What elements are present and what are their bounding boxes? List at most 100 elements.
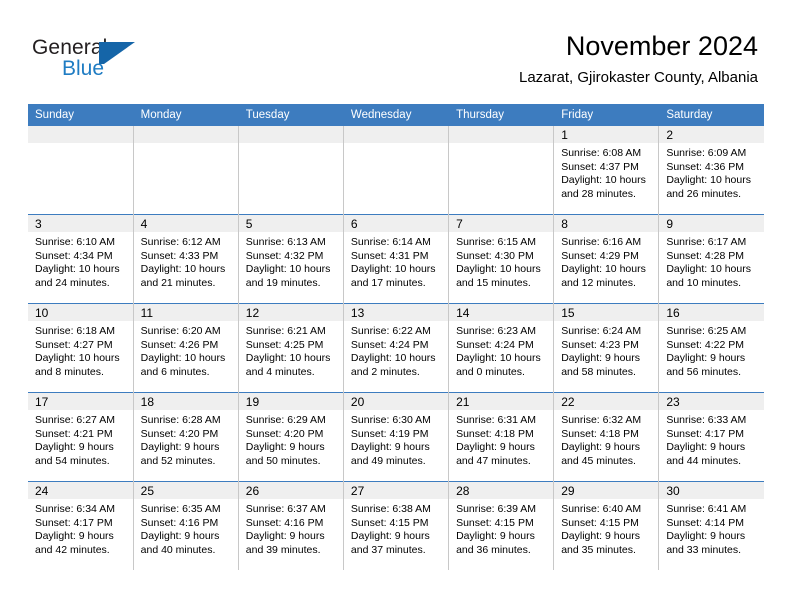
sunset-text: Sunset: 4:20 PM: [140, 427, 219, 440]
daylight-text-line2: and 12 minutes.: [561, 276, 636, 289]
day-details: Sunrise: 6:34 AM Sunset: 4:17 PM Daylight:…: [28, 499, 133, 557]
calendar-day-cell[interactable]: 7 Sunrise: 6:15 AM Sunset: 4:30 PM Daylight…: [448, 214, 555, 304]
weekday-header-wednesday: Wednesday: [343, 104, 450, 126]
daylight-text-line2: and 37 minutes.: [350, 543, 426, 556]
calendar-body: 1 Sunrise: 6:08 AM Sunset: 4:37 PM Daylight…: [28, 126, 764, 570]
calendar-day-cell[interactable]: 21 Sunrise: 6:31 AM Sunset: 4:18 PM Dayligh…: [448, 392, 555, 482]
daylight-text-line2: and 2 minutes.: [350, 365, 420, 378]
calendar-day-cell[interactable]: 10 Sunrise: 6:18 AM Sunset: 4:27 PM Dayligh…: [28, 303, 134, 393]
calendar-day-cell[interactable]: 20 Sunrise: 6:30 AM Sunset: 4:19 PM Dayligh…: [343, 392, 450, 482]
day-number: 8: [554, 215, 659, 232]
daylight-text-line1: Daylight: 10 hours: [561, 174, 646, 187]
sunrise-text: Sunrise: 6:38 AM: [350, 503, 431, 515]
sunset-text: Sunset: 4:16 PM: [140, 516, 219, 529]
daylight-text-line2: and 58 minutes.: [561, 365, 636, 378]
calendar-day-cell[interactable]: 6 Sunrise: 6:14 AM Sunset: 4:31 PM Daylight…: [343, 214, 450, 304]
day-details: Sunrise: 6:21 AM Sunset: 4:25 PM Daylight:…: [239, 321, 343, 379]
calendar-day-cell[interactable]: 28 Sunrise: 6:39 AM Sunset: 4:15 PM Dayligh…: [448, 481, 555, 570]
calendar-day-cell[interactable]: 15 Sunrise: 6:24 AM Sunset: 4:23 PM Dayligh…: [553, 303, 660, 393]
day-number: 29: [554, 482, 659, 499]
calendar-day-cell[interactable]: 8 Sunrise: 6:16 AM Sunset: 4:29 PM Daylight…: [553, 214, 660, 304]
daylight-text-line1: Daylight: 10 hours: [350, 352, 436, 365]
day-details: Sunrise: 6:25 AM Sunset: 4:22 PM Daylight:…: [659, 321, 764, 379]
calendar-day-cell[interactable]: 11 Sunrise: 6:20 AM Sunset: 4:26 PM Dayligh…: [133, 303, 239, 393]
daylight-text-line2: and 39 minutes.: [245, 543, 321, 556]
sunset-text: Sunset: 4:14 PM: [666, 516, 744, 529]
sunrise-text: Sunrise: 6:20 AM: [140, 325, 221, 337]
calendar-day-cell[interactable]: 22 Sunrise: 6:32 AM Sunset: 4:18 PM Dayligh…: [553, 392, 660, 482]
calendar-day-cell[interactable]: 30 Sunrise: 6:41 AM Sunset: 4:14 PM Dayligh…: [658, 481, 764, 570]
day-number: 2: [659, 126, 764, 143]
brand-name-bottom: Blue: [62, 57, 105, 80]
calendar-day-cell[interactable]: 3 Sunrise: 6:10 AM Sunset: 4:34 PM Daylight…: [28, 214, 134, 304]
day-details: Sunrise: 6:38 AM Sunset: 4:15 PM Daylight:…: [344, 499, 448, 557]
calendar-day-cell[interactable]: 17 Sunrise: 6:27 AM Sunset: 4:21 PM Dayligh…: [28, 392, 134, 482]
sunrise-text: Sunrise: 6:21 AM: [245, 325, 326, 337]
calendar-day-cell[interactable]: 5 Sunrise: 6:13 AM Sunset: 4:32 PM Daylight…: [238, 214, 344, 304]
calendar-day-cell[interactable]: 29 Sunrise: 6:40 AM Sunset: 4:15 PM Dayligh…: [553, 481, 660, 570]
calendar-day-cell-empty: [343, 126, 450, 215]
day-details: Sunrise: 6:24 AM Sunset: 4:23 PM Daylight:…: [554, 321, 658, 379]
day-number: 19: [238, 393, 343, 410]
day-details: Sunrise: 6:12 AM Sunset: 4:33 PM Daylight:…: [134, 232, 238, 290]
calendar-day-cell[interactable]: 14 Sunrise: 6:23 AM Sunset: 4:24 PM Dayligh…: [448, 303, 555, 393]
day-details: Sunrise: 6:35 AM Sunset: 4:16 PM Daylight:…: [134, 499, 238, 557]
daylight-text-line1: Daylight: 10 hours: [561, 263, 646, 276]
sunrise-text: Sunrise: 6:28 AM: [140, 414, 221, 426]
daylight-text-line2: and 42 minutes.: [35, 543, 110, 556]
calendar-day-cell[interactable]: 24 Sunrise: 6:34 AM Sunset: 4:17 PM Dayligh…: [28, 481, 134, 570]
day-details: Sunrise: 6:30 AM Sunset: 4:19 PM Daylight:…: [344, 410, 448, 468]
day-number: 25: [133, 482, 238, 499]
day-number: 7: [449, 215, 554, 232]
calendar-day-cell[interactable]: 9 Sunrise: 6:17 AM Sunset: 4:28 PM Daylight…: [658, 214, 764, 304]
calendar-day-cell[interactable]: 16 Sunrise: 6:25 AM Sunset: 4:22 PM Dayligh…: [658, 303, 764, 393]
day-details: Sunrise: 6:08 AM Sunset: 4:37 PM Daylight:…: [554, 143, 658, 201]
calendar-day-cell[interactable]: 25 Sunrise: 6:35 AM Sunset: 4:16 PM Dayligh…: [133, 481, 239, 570]
sunrise-text: Sunrise: 6:35 AM: [140, 503, 221, 515]
sunrise-text: Sunrise: 6:31 AM: [456, 414, 537, 426]
page-subtitle: Lazarat, Gjirokaster County, Albania: [518, 69, 758, 86]
day-details: Sunrise: 6:13 AM Sunset: 4:32 PM Daylight:…: [239, 232, 343, 290]
sunset-text: Sunset: 4:24 PM: [350, 338, 429, 351]
daylight-text-line2: and 10 minutes.: [666, 276, 742, 289]
day-details: Sunrise: 6:29 AM Sunset: 4:20 PM Daylight:…: [239, 410, 343, 468]
sunrise-text: Sunrise: 6:25 AM: [666, 325, 747, 337]
day-number: 9: [659, 215, 764, 232]
daylight-text-line1: Daylight: 9 hours: [456, 441, 535, 454]
calendar-day-cell[interactable]: 18 Sunrise: 6:28 AM Sunset: 4:20 PM Dayligh…: [133, 392, 239, 482]
daylight-text-line1: Daylight: 9 hours: [35, 441, 114, 454]
calendar-day-cell[interactable]: 27 Sunrise: 6:38 AM Sunset: 4:15 PM Dayligh…: [343, 481, 450, 570]
calendar-day-cell-empty: [238, 126, 344, 215]
day-number: 10: [28, 304, 133, 321]
sunset-text: Sunset: 4:27 PM: [35, 338, 113, 351]
sunset-text: Sunset: 4:33 PM: [140, 249, 219, 262]
sunset-text: Sunset: 4:22 PM: [666, 338, 744, 351]
calendar-day-cell[interactable]: 2 Sunrise: 6:09 AM Sunset: 4:36 PM Daylight…: [659, 126, 764, 215]
day-details: Sunrise: 6:28 AM Sunset: 4:20 PM Daylight:…: [134, 410, 238, 468]
sunset-text: Sunset: 4:15 PM: [350, 516, 429, 529]
calendar-day-cell[interactable]: 4 Sunrise: 6:12 AM Sunset: 4:33 PM Daylight…: [133, 214, 239, 304]
calendar-day-cell[interactable]: 19 Sunrise: 6:29 AM Sunset: 4:20 PM Dayligh…: [238, 392, 344, 482]
daylight-text-line1: Daylight: 9 hours: [35, 530, 114, 543]
brand-logo[interactable]: General Blue: [32, 36, 162, 84]
weekday-header-saturday: Saturday: [658, 104, 764, 126]
sunset-text: Sunset: 4:34 PM: [35, 249, 113, 262]
sunset-text: Sunset: 4:20 PM: [245, 427, 324, 440]
calendar-day-cell[interactable]: 26 Sunrise: 6:37 AM Sunset: 4:16 PM Dayligh…: [238, 481, 344, 570]
calendar-day-cell-empty: [28, 126, 134, 215]
sunset-text: Sunset: 4:29 PM: [561, 249, 639, 262]
calendar-day-cell[interactable]: 13 Sunrise: 6:22 AM Sunset: 4:24 PM Dayligh…: [343, 303, 450, 393]
sunrise-text: Sunrise: 6:39 AM: [456, 503, 537, 515]
calendar-day-cell[interactable]: 1 Sunrise: 6:08 AM Sunset: 4:37 PM Daylight…: [553, 126, 660, 215]
daylight-text-line2: and 33 minutes.: [666, 543, 742, 556]
daylight-text-line2: and 28 minutes.: [561, 187, 636, 200]
calendar-day-cell[interactable]: 23 Sunrise: 6:33 AM Sunset: 4:17 PM Dayligh…: [658, 392, 764, 482]
sunset-text: Sunset: 4:37 PM: [561, 160, 639, 173]
calendar-day-cell[interactable]: 12 Sunrise: 6:21 AM Sunset: 4:25 PM Dayligh…: [238, 303, 344, 393]
day-details: Sunrise: 6:20 AM Sunset: 4:26 PM Daylight:…: [134, 321, 238, 379]
daylight-text-line1: Daylight: 10 hours: [35, 352, 120, 365]
daylight-text-line2: and 47 minutes.: [456, 454, 531, 467]
daylight-text-line2: and 19 minutes.: [245, 276, 321, 289]
day-number: 6: [343, 215, 449, 232]
daylight-text-line1: Daylight: 9 hours: [350, 530, 430, 543]
